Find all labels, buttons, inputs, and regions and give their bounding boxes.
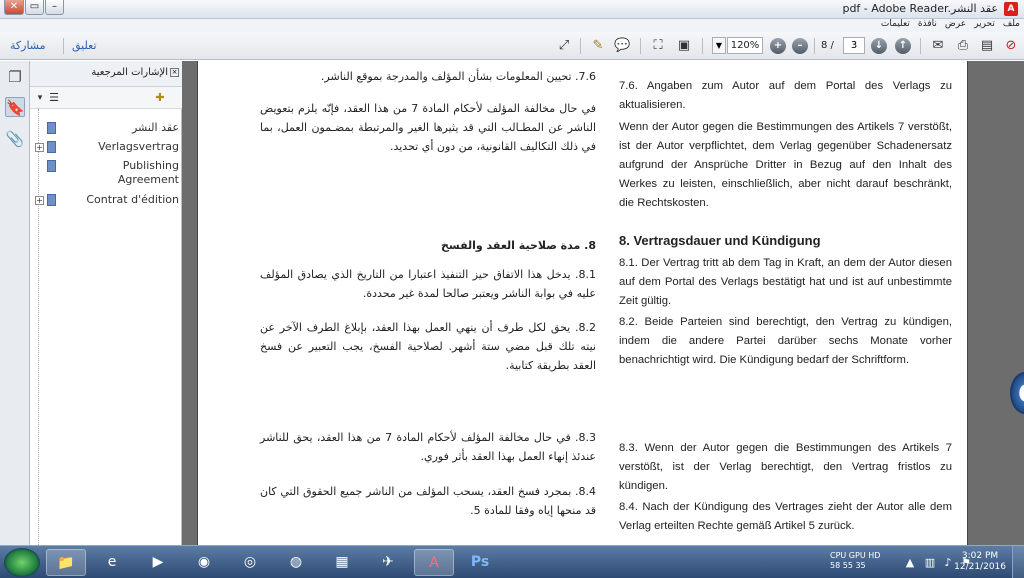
toolbar-separator <box>640 38 641 54</box>
fit-width-icon[interactable]: ▣ <box>676 38 692 54</box>
clock-time: 3:02 PM <box>961 551 999 561</box>
mail-icon[interactable]: ✈ <box>368 549 408 576</box>
maximize-window-button[interactable]: ▭ <box>25 0 44 15</box>
attachments-icon[interactable]: 📎 <box>5 129 25 149</box>
cpu-monitor-values: 58 55 35 <box>830 561 866 570</box>
previous-page-icon[interactable]: ↑ <box>895 38 911 54</box>
close-window-button[interactable]: ✕ <box>4 0 24 15</box>
acrobat-create-icon[interactable]: ⊘ <box>1003 38 1019 54</box>
bookmark-icon <box>47 194 56 206</box>
menu-view[interactable]: عرض <box>945 19 966 29</box>
explorer-icon[interactable]: 📁 <box>46 549 86 576</box>
document-right-margin <box>968 61 1024 545</box>
show-desktop-button[interactable] <box>1012 546 1024 578</box>
acrobat-icon[interactable]: A <box>414 549 454 576</box>
menu-bar: ملف تحرير عرض نافذة تعليمات <box>0 19 1024 32</box>
menu-window[interactable]: نافذة <box>918 19 937 29</box>
window-title: pdf - Adobe Reader.عقد النشر <box>842 2 998 15</box>
bookmarks-toolbar: ▾ ☰ ✚ <box>30 87 182 109</box>
save-icon[interactable]: ▤ <box>979 38 995 54</box>
bookmark-icon <box>47 122 56 134</box>
start-button[interactable] <box>4 548 40 577</box>
print-icon[interactable]: ⎙ <box>955 38 971 54</box>
bookmark-label: عقد النشر <box>131 121 179 134</box>
clock[interactable]: 3:02 PM 12/21/2016 <box>954 551 1006 573</box>
arabic-heading: 8. مدة صلاحية العقد والفسخ <box>440 239 596 252</box>
share-button[interactable]: مشاركة <box>10 39 46 52</box>
zoom-level-field[interactable]: 120% <box>727 37 763 54</box>
german-paragraph: 7.6. Angaben zum Autor auf dem Portal de… <box>619 80 952 111</box>
photoshop-icon[interactable]: Ps <box>460 549 500 576</box>
menu-file[interactable]: ملف <box>1003 19 1020 29</box>
arabic-paragraph: 7.6. تحيين المعلومات بشأن المؤلف والمدرج… <box>320 70 596 83</box>
grid-app-icon[interactable]: ▦ <box>322 549 362 576</box>
media-player-icon[interactable]: ▶ <box>138 549 178 576</box>
toolbar-separator <box>920 38 921 54</box>
arabic-paragraph: في حال مخالفة المؤلف لأحكام المادة 7 من … <box>260 102 596 153</box>
bookmarks-panel: الإشارات المرجعية × ▾ ☰ ✚ عقد النشر + Ve… <box>30 61 182 545</box>
cpu-monitor: CPU GPU HD 58 55 35 <box>830 551 880 571</box>
navigation-rail: ❐ 🔖 📎 <box>0 61 30 545</box>
fullscreen-icon[interactable]: ⤢ <box>556 38 572 54</box>
zoom-dropdown-icon[interactable]: ▼ <box>712 37 726 54</box>
toolbar-separator <box>814 38 815 54</box>
chrome-icon[interactable]: ◍ <box>276 549 316 576</box>
arabic-paragraph: 8.1. يدخل هذا الاتفاق حيز التنفيذ اعتبار… <box>260 268 596 300</box>
next-page-icon[interactable]: ↓ <box>871 38 887 54</box>
close-panel-icon[interactable]: × <box>170 68 179 77</box>
german-paragraph: 8.2. Beide Parteien sind berechtigt, den… <box>619 316 952 366</box>
sticky-note-icon[interactable]: 💬 <box>614 38 630 54</box>
toolbar-separator <box>702 38 703 54</box>
bookmark-label: Publishing Agreement <box>117 159 179 186</box>
new-bookmark-icon[interactable]: ✚ <box>152 90 168 106</box>
toolbar-separator <box>63 38 64 54</box>
german-paragraph: 8.1. Der Vertrag tritt ab dem Tag in Kra… <box>619 257 952 307</box>
clock-date: 12/21/2016 <box>954 562 1006 572</box>
taskbar: 📁 e ▶ ◉ ◎ ◍ ▦ ✈ A Ps CPU GPU HD 58 55 35… <box>0 545 1024 578</box>
menu-edit[interactable]: تحرير <box>974 19 995 29</box>
system-tray: CPU GPU HD 58 55 35 ▲ ▥ ♪ ⚑ 3:02 PM 12/2… <box>824 546 1024 578</box>
german-paragraph: Wenn der Autor gegen die Bestimmungen de… <box>619 121 952 209</box>
german-paragraph: 8.3. Wenn der Autor gegen die Bestimmung… <box>619 442 952 492</box>
bookmark-icon <box>47 141 56 153</box>
bookmark-icon <box>47 160 56 172</box>
bookmarks-panel-header: الإشارات المرجعية × <box>30 61 182 87</box>
toolbar: مشاركة تعليق ⤢ ✎ 💬 ⛶ ▣ ▼ 120% + – 8 / 3 … <box>0 32 1024 60</box>
bookmark-label: Verlagsvertrag <box>98 140 179 153</box>
german-paragraph: 8.4. Nach der Kündigung des Vertrages zi… <box>619 501 952 532</box>
arabic-paragraph: 8.4. بمجرد فسخ العقد، يسحب المؤلف من الن… <box>260 485 596 517</box>
bookmark-label: Contrat d'édition <box>86 193 179 206</box>
menu-help[interactable]: تعليمات <box>881 19 910 29</box>
bookmarks-panel-title: الإشارات المرجعية <box>91 67 168 78</box>
page-thumbnails-icon[interactable]: ❐ <box>5 67 25 87</box>
minimize-window-button[interactable]: – <box>45 0 64 15</box>
german-heading: 8. Vertragsdauer und Kündigung <box>619 233 821 248</box>
tray-arrow-icon[interactable]: ▲ <box>902 555 918 571</box>
expand-icon[interactable]: + <box>35 143 44 152</box>
title-bar: ✕ ▭ – pdf - Adobe Reader.عقد النشر A <box>0 0 1024 19</box>
comment-button[interactable]: تعليق <box>72 39 97 52</box>
email-icon[interactable]: ✉ <box>930 38 946 54</box>
highlight-icon[interactable]: ✎ <box>590 38 606 54</box>
bookmark-options-icon[interactable]: ☰ <box>46 90 62 106</box>
page-number-field[interactable]: 3 <box>843 37 865 54</box>
pdf-page: 7.6. تحيين المعلومات بشأن المؤلف والمدرج… <box>197 61 968 545</box>
arabic-paragraph: 8.3. في حال مخالفة المؤلف لأحكام المادة … <box>260 431 596 463</box>
acrobat-pdf-icon: A <box>1004 2 1018 16</box>
network-icon[interactable]: ▥ <box>922 555 938 571</box>
arabic-paragraph: 8.2. يحق لكل طرف أن ينهي العمل بهذا العق… <box>260 321 596 372</box>
toolbar-separator <box>580 38 581 54</box>
expand-icon[interactable]: + <box>35 196 44 205</box>
page-total: 8 / <box>821 40 834 51</box>
zoom-out-icon[interactable]: – <box>792 38 808 54</box>
bookmark-tree: عقد النشر + Verlagsvertrag Publishing Ag… <box>35 109 182 545</box>
bookmarks-icon[interactable]: 🔖 <box>5 97 25 117</box>
cpu-monitor-labels: CPU GPU HD <box>830 551 881 560</box>
adobe-reader-window: ✕ ▭ – pdf - Adobe Reader.عقد النشر A ملف… <box>0 0 1024 578</box>
fit-page-icon[interactable]: ⛶ <box>650 38 666 54</box>
firefox-icon[interactable]: ◉ <box>184 549 224 576</box>
ie-icon[interactable]: e <box>92 549 132 576</box>
zoom-in-icon[interactable]: + <box>770 38 786 54</box>
app-icon[interactable]: ◎ <box>230 549 270 576</box>
